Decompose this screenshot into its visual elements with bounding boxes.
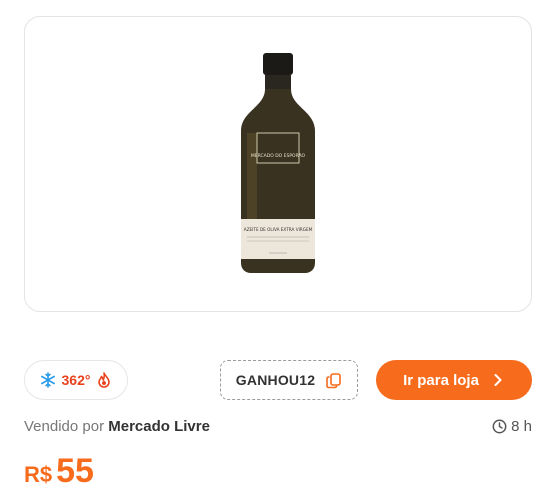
temperature-value: 362° (61, 372, 91, 388)
actions-row: 362° GANHOU12 Ir para loja (24, 360, 532, 400)
bottle-brand-text: MERCADO DO ESPORÃO (251, 152, 306, 159)
price-value: 55 (56, 452, 94, 490)
bottle-label-text: AZEITE DE OLIVA EXTRA VIRGEM (244, 227, 313, 232)
seller-name[interactable]: Mercado Livre (108, 418, 210, 435)
chevron-right-icon (494, 374, 502, 386)
coupon-code: GANHOU12 (235, 372, 316, 388)
copy-icon[interactable] (325, 372, 342, 389)
seller-prefix: Vendido por (24, 418, 105, 435)
coupon-code-button[interactable]: GANHOU12 (220, 360, 358, 400)
temperature-pill[interactable]: 362° (24, 360, 128, 400)
price: R$ 55 (24, 452, 94, 491)
product-image: MERCADO DO ESPORÃO AZEITE DE OLIVA EXTRA… (241, 53, 315, 273)
snowflake-icon[interactable] (40, 372, 56, 388)
seller-info: Vendido por Mercado Livre (24, 418, 210, 435)
price-currency: R$ (24, 462, 53, 487)
posted-time: 8 h (492, 418, 532, 435)
posted-age: 8 h (511, 418, 532, 435)
product-image-card[interactable]: MERCADO DO ESPORÃO AZEITE DE OLIVA EXTRA… (24, 16, 532, 312)
go-to-store-button[interactable]: Ir para loja (376, 360, 532, 400)
seller-row: Vendido por Mercado Livre 8 h (24, 418, 532, 438)
flame-icon[interactable] (96, 372, 112, 388)
go-to-store-label: Ir para loja (403, 371, 479, 389)
clock-icon (492, 419, 507, 434)
